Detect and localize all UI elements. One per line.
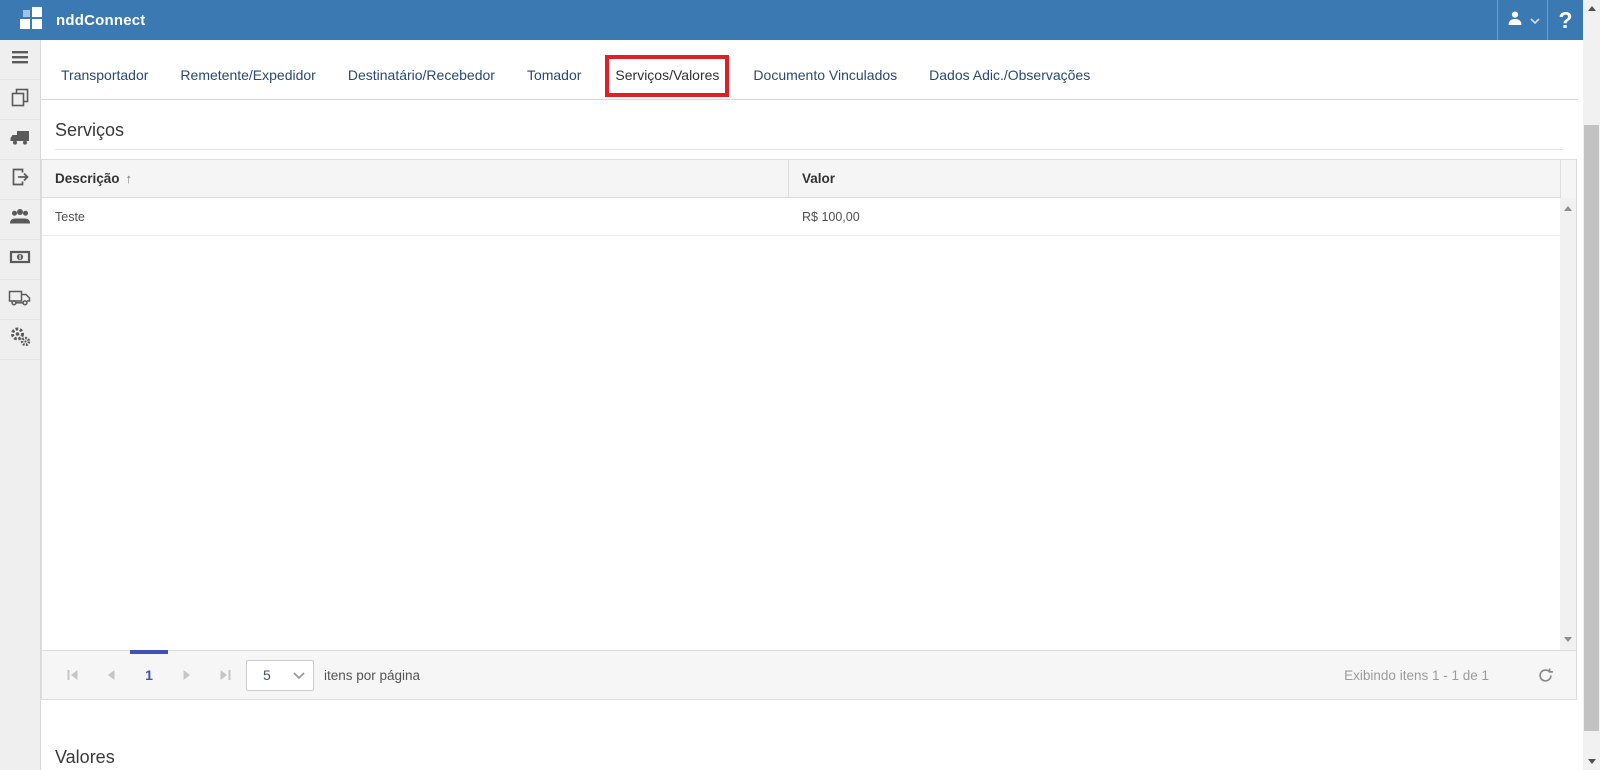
scrollbar-down-icon[interactable]	[1583, 753, 1600, 770]
pager-summary: Exibindo itens 1 - 1 de 1	[1344, 668, 1489, 683]
tab-remetente-expedidor[interactable]: Remetente/Expedidor	[180, 55, 315, 99]
tab-transportador[interactable]: Transportador	[61, 55, 148, 99]
tab-destinatario-recebedor[interactable]: Destinatário/Recebedor	[348, 55, 495, 99]
last-page-button[interactable]	[206, 662, 244, 688]
chevron-down-icon	[1530, 11, 1540, 29]
cell-descricao: Teste	[42, 210, 789, 224]
grid-scrollbar[interactable]	[1560, 198, 1576, 650]
truck-icon	[9, 127, 31, 152]
gears-icon	[9, 326, 31, 353]
scrollbar-up-icon[interactable]	[1583, 0, 1600, 17]
scrollbar-thumb[interactable]	[1584, 125, 1599, 731]
window-scrollbar[interactable]	[1583, 0, 1600, 770]
sidebar	[0, 40, 41, 770]
scroll-up-icon[interactable]	[1564, 206, 1572, 211]
users-icon	[8, 207, 32, 232]
help-button[interactable]: ?	[1548, 0, 1583, 40]
grid-header: Descrição ↑ Valor	[42, 160, 1576, 198]
dropdown-chevron-icon	[293, 666, 305, 684]
tab-documento-vinculados[interactable]: Documento Vinculados	[753, 55, 897, 99]
sidebar-item-export[interactable]	[0, 160, 40, 200]
user-menu-button[interactable]	[1497, 0, 1548, 40]
sidebar-item-settings[interactable]	[0, 320, 40, 360]
tab-dados-adic-observacoes[interactable]: Dados Adic./Observações	[929, 55, 1090, 99]
page-number-1[interactable]: 1	[130, 667, 168, 683]
tabstrip: Transportador Remetente/Expedidor Destin…	[41, 40, 1578, 100]
column-header-valor[interactable]: Valor	[789, 160, 1560, 198]
sidebar-item-menu[interactable]	[0, 40, 40, 80]
header-spacer	[1560, 160, 1576, 198]
items-per-page-label: itens por página	[324, 668, 420, 683]
tab-tomador[interactable]: Tomador	[527, 55, 581, 99]
grid-pager: 1 5 itens por página Exibindo itens 1 - …	[42, 650, 1576, 699]
prev-page-button[interactable]	[92, 662, 130, 688]
table-row[interactable]: Teste R$ 100,00	[42, 198, 1576, 236]
column-header-descricao[interactable]: Descrição ↑	[42, 160, 789, 198]
export-icon	[10, 167, 30, 192]
page-size-value: 5	[263, 667, 293, 683]
sidebar-item-users[interactable]	[0, 200, 40, 240]
first-page-button[interactable]	[54, 662, 92, 688]
tab-servicos-valores[interactable]: Serviços/Valores	[605, 55, 729, 97]
top-header: nddConnect ?	[0, 0, 1583, 40]
hamburger-icon	[10, 48, 30, 71]
money-icon	[9, 248, 31, 271]
valores-section-title: Valores	[55, 747, 1563, 770]
app-title: nddConnect	[56, 12, 146, 29]
copy-icon	[10, 87, 30, 112]
refresh-button[interactable]	[1536, 666, 1554, 684]
next-page-button[interactable]	[168, 662, 206, 688]
sort-asc-icon: ↑	[126, 171, 133, 186]
sidebar-item-documents[interactable]	[0, 80, 40, 120]
grid-body: Teste R$ 100,00	[42, 198, 1576, 650]
page-size-dropdown[interactable]: 5	[246, 660, 314, 691]
ndd-logo	[16, 5, 50, 35]
scroll-down-icon[interactable]	[1564, 637, 1572, 642]
servicos-section-title: Serviços	[55, 120, 1563, 150]
delivery-truck-icon	[8, 287, 32, 312]
current-page-indicator	[130, 650, 168, 654]
servicos-grid: Descrição ↑ Valor Teste R$ 100,00	[41, 159, 1577, 700]
user-icon	[1506, 9, 1524, 32]
sidebar-item-billing[interactable]	[0, 240, 40, 280]
sidebar-item-transport[interactable]	[0, 120, 40, 160]
cell-valor: R$ 100,00	[789, 210, 1576, 224]
sidebar-item-delivery[interactable]	[0, 280, 40, 320]
main-content: Transportador Remetente/Expedidor Destin…	[41, 40, 1578, 770]
